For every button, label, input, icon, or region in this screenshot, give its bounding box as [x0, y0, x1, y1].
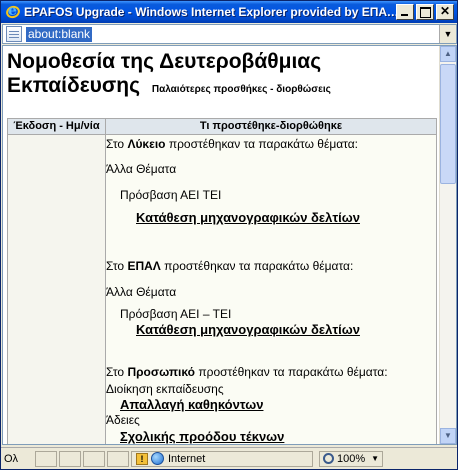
- status-bar: Ολ ! Internet 100% ▼: [1, 447, 457, 469]
- page-icon: [6, 26, 22, 42]
- zone-label: Internet: [168, 452, 206, 465]
- personnel-category-leave: Άδειες: [106, 413, 140, 427]
- personnel-link-children-progress[interactable]: Σχολικής προόδου τέκνων: [120, 429, 284, 444]
- title-bar[interactable]: e EPAFOS Upgrade - Windows Internet Expl…: [1, 1, 457, 23]
- personnel-link-release[interactable]: Απαλλαγή καθηκόντων: [120, 397, 263, 412]
- table-row: Στο Λύκειο προστέθηκαν τα παρακάτω θέματ…: [8, 135, 436, 444]
- address-bar[interactable]: about:blank ▼: [2, 24, 457, 44]
- address-dropdown-button[interactable]: ▼: [439, 25, 456, 43]
- personnel-keyword: Προσωπικό: [127, 365, 196, 379]
- personnel-category-admin: Διοίκηση εκπαίδευσης: [106, 382, 224, 396]
- page-title: Νομοθεσία της Δευτεροβάθμιας Εκπαίδευσης…: [7, 50, 437, 102]
- epal-keyword: ΕΠΑΛ: [127, 259, 161, 273]
- page-content: Νομοθεσία της Δευτεροβάθμιας Εκπαίδευσης…: [3, 46, 440, 444]
- version-cell: [8, 135, 106, 444]
- minimize-button[interactable]: [396, 4, 414, 20]
- changes-table: Έκδοση - Ημ/νία Τι προστέθηκε-διορθώθηκε…: [7, 118, 437, 444]
- vertical-scrollbar[interactable]: ▲ ▼: [439, 46, 456, 444]
- window-title: EPAFOS Upgrade - Windows Internet Explor…: [24, 5, 404, 19]
- globe-icon: [151, 452, 164, 465]
- table-header-row: Έκδοση - Ημ/νία Τι προστέθηκε-διορθώθηκε: [8, 119, 436, 135]
- security-zone[interactable]: ! Internet: [131, 450, 313, 467]
- zoom-control[interactable]: 100% ▼: [319, 450, 384, 467]
- page-subtitle: Παλαιότερες προσθήκες - διορθώσεις: [151, 84, 331, 95]
- status-segment: [83, 450, 105, 467]
- epal-subcategory: Πρόσβαση ΑΕΙ – ΤΕΙ: [120, 307, 232, 321]
- status-segment: [59, 450, 81, 467]
- browser-window: e EPAFOS Upgrade - Windows Internet Expl…: [0, 0, 458, 470]
- scroll-down-button[interactable]: ▼: [440, 428, 456, 444]
- scroll-up-button[interactable]: ▲: [440, 46, 456, 62]
- magnifier-icon: [323, 453, 334, 464]
- epal-link-mechanographic[interactable]: Κατάθεση μηχανογραφικών δελτίων: [136, 322, 360, 337]
- header-changes: Τι προστέθηκε-διορθώθηκε: [199, 120, 343, 132]
- lyceum-category: Άλλα Θέματα: [106, 162, 177, 176]
- header-version-date: Έκδοση - Ημ/νία: [8, 119, 106, 134]
- epal-intro: Στο ΕΠΑΛ προστέθηκαν τα παρακάτω θέματα:: [106, 259, 354, 273]
- changes-cell: Στο Λύκειο προστέθηκαν τα παρακάτω θέματ…: [106, 135, 436, 444]
- status-text: Ολ: [4, 452, 19, 465]
- personnel-intro: Στο Προσωπικό προστέθηκαν τα παρακάτω θέ…: [106, 365, 388, 379]
- epal-category: Άλλα Θέματα: [106, 285, 177, 299]
- maximize-button[interactable]: [416, 4, 434, 20]
- page-viewport: Νομοθεσία της Δευτεροβάθμιας Εκπαίδευσης…: [2, 45, 457, 445]
- status-segment: [107, 450, 129, 467]
- close-button[interactable]: ✕: [436, 4, 454, 20]
- address-input[interactable]: about:blank: [26, 26, 93, 42]
- warning-icon: !: [136, 452, 148, 465]
- lyceum-link-mechanographic[interactable]: Κατάθεση μηχανογραφικών δελτίων: [136, 210, 360, 225]
- lyceum-keyword: Λύκειο: [127, 137, 166, 151]
- lyceum-intro: Στο Λύκειο προστέθηκαν τα παρακάτω θέματ…: [106, 137, 359, 151]
- status-segment: [35, 450, 57, 467]
- zoom-dropdown-icon[interactable]: ▼: [371, 454, 379, 463]
- zoom-level: 100%: [337, 452, 366, 465]
- scroll-thumb[interactable]: [440, 64, 456, 184]
- internet-explorer-icon: e: [4, 3, 22, 21]
- lyceum-subcategory: Πρόσβαση ΑΕΙ ΤΕΙ: [120, 188, 222, 202]
